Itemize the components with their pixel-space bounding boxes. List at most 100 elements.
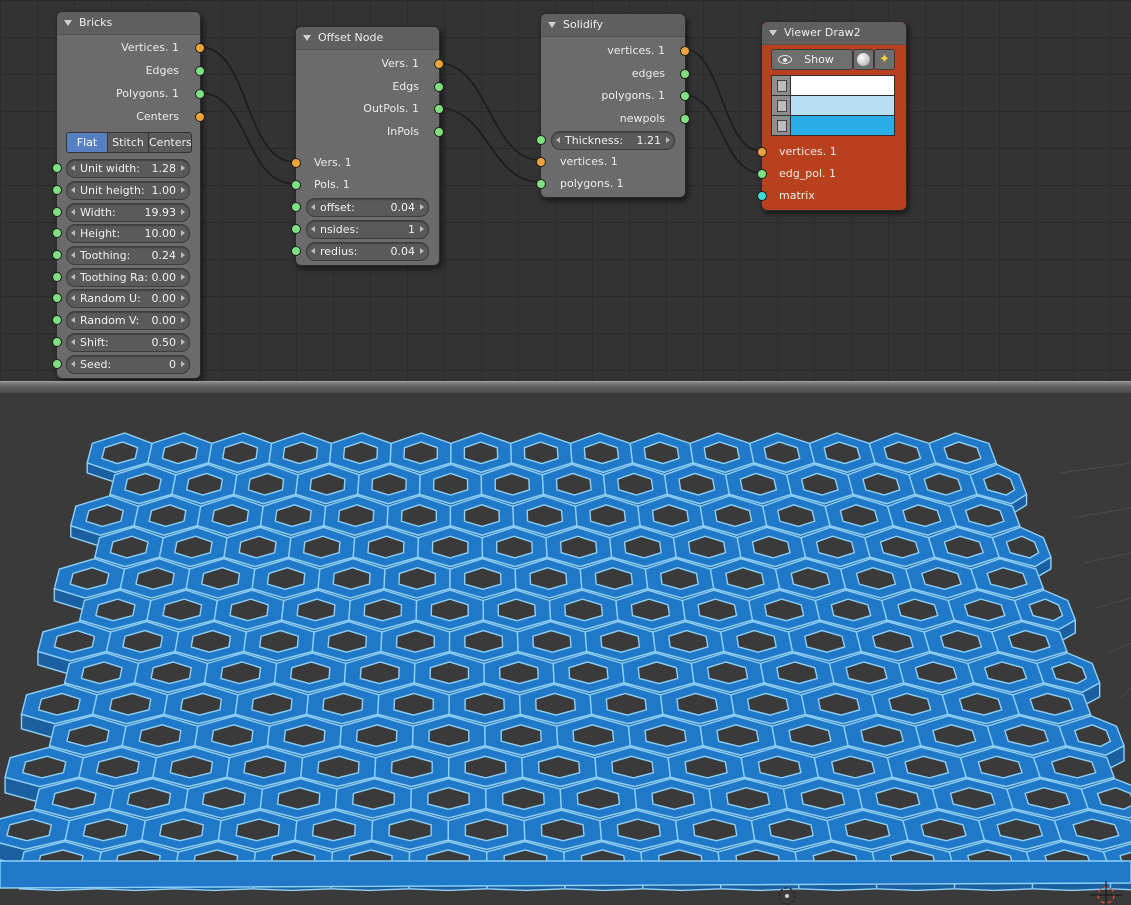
edge-color-row[interactable] [771, 95, 895, 116]
decrement-arrow-icon[interactable] [71, 295, 75, 301]
mode-tab-centers[interactable]: Centers [149, 133, 191, 152]
bake-button[interactable]: ✦ [874, 49, 895, 70]
input-socket-matrix[interactable] [757, 191, 767, 201]
input-socket-random-u[interactable] [52, 293, 62, 303]
input-socket-thickness[interactable] [536, 135, 546, 145]
increment-arrow-icon[interactable] [420, 226, 424, 232]
face-color-row[interactable] [771, 115, 895, 136]
input-socket-redius[interactable] [291, 246, 301, 256]
vertex-color-swatch[interactable] [791, 76, 894, 95]
decrement-arrow-icon[interactable] [71, 361, 75, 367]
input-socket-pols[interactable] [291, 180, 301, 190]
decrement-arrow-icon[interactable] [556, 137, 560, 143]
output-socket-vertices[interactable] [195, 43, 205, 53]
decrement-arrow-icon[interactable] [71, 317, 75, 323]
decrement-arrow-icon[interactable] [71, 274, 75, 280]
increment-arrow-icon[interactable] [181, 339, 185, 345]
face-color-swatch[interactable] [791, 116, 894, 135]
decrement-arrow-icon[interactable] [71, 339, 75, 345]
output-socket-edgs[interactable] [434, 82, 444, 92]
decrement-arrow-icon[interactable] [71, 187, 75, 193]
3d-viewport[interactable] [0, 393, 1131, 905]
offset-node[interactable]: Offset Node Vers. 1 Edgs OutPols. 1 InPo… [291, 26, 444, 266]
increment-arrow-icon[interactable] [666, 137, 670, 143]
field-width[interactable]: Width: 19.93 [66, 203, 190, 222]
input-socket-vers[interactable] [291, 158, 301, 168]
output-socket-edges[interactable] [195, 66, 205, 76]
input-socket-height[interactable] [52, 228, 62, 238]
node-editor[interactable]: Bricks Vertices. 1 Edges Polygons. 1 Cen… [0, 0, 1131, 381]
field-thickness[interactable]: Thickness: 1.21 [551, 131, 675, 150]
output-socket-vertices[interactable] [680, 46, 690, 56]
input-socket-unit-height[interactable] [52, 185, 62, 195]
increment-arrow-icon[interactable] [181, 317, 185, 323]
output-socket-polygons[interactable] [680, 91, 690, 101]
input-socket-edg-pol[interactable] [757, 169, 767, 179]
mode-tab-flat[interactable]: Flat [67, 133, 108, 152]
decrement-arrow-icon[interactable] [311, 204, 315, 210]
viewer-node-header[interactable]: Viewer Draw2 [762, 22, 906, 45]
field-toothing[interactable]: Toothing: 0.24 [66, 246, 190, 265]
increment-arrow-icon[interactable] [181, 187, 185, 193]
input-socket-vertices[interactable] [757, 147, 767, 157]
increment-arrow-icon[interactable] [181, 361, 185, 367]
show-toggle-button[interactable]: Show [771, 49, 853, 70]
field-seed[interactable]: Seed: 0 [66, 355, 190, 374]
output-socket-polygons[interactable] [195, 89, 205, 99]
output-socket-vers[interactable] [434, 59, 444, 69]
increment-arrow-icon[interactable] [181, 230, 185, 236]
input-socket-unit-width[interactable] [52, 163, 62, 173]
input-socket-seed[interactable] [52, 359, 62, 369]
bricks-node[interactable]: Bricks Vertices. 1 Edges Polygons. 1 Cen… [52, 11, 205, 379]
mode-tab-stitch[interactable]: Stitch [108, 133, 149, 152]
decrement-arrow-icon[interactable] [311, 248, 315, 254]
collapse-triangle-icon[interactable] [64, 20, 72, 26]
bricks-mode-selector[interactable]: Flat Stitch Centers [66, 132, 192, 153]
input-socket-offset[interactable] [291, 202, 301, 212]
output-socket-newpols[interactable] [680, 114, 690, 124]
field-random-u[interactable]: Random U: 0.00 [66, 289, 190, 308]
collapse-triangle-icon[interactable] [303, 35, 311, 41]
field-shift[interactable]: Shift: 0.50 [66, 333, 190, 352]
increment-arrow-icon[interactable] [181, 165, 185, 171]
increment-arrow-icon[interactable] [181, 295, 185, 301]
increment-arrow-icon[interactable] [181, 274, 185, 280]
field-offset[interactable]: offset: 0.04 [306, 198, 429, 217]
input-socket-toothing-random[interactable] [52, 272, 62, 282]
input-socket-polygons[interactable] [536, 179, 546, 189]
viewer-draw-node[interactable]: Viewer Draw2 Show ✦ vertices. 1 edg_pol.… [757, 21, 907, 211]
input-socket-vertices[interactable] [536, 157, 546, 167]
bricks-node-header[interactable]: Bricks [57, 12, 200, 35]
field-unit-width[interactable]: Unit width: 1.28 [66, 159, 190, 178]
increment-arrow-icon[interactable] [420, 248, 424, 254]
vertex-color-row[interactable] [771, 75, 895, 96]
decrement-arrow-icon[interactable] [71, 252, 75, 258]
collapse-triangle-icon[interactable] [769, 30, 777, 36]
input-socket-nsides[interactable] [291, 224, 301, 234]
field-random-v[interactable]: Random V: 0.00 [66, 311, 190, 330]
decrement-arrow-icon[interactable] [71, 209, 75, 215]
field-nsides[interactable]: nsides: 1 [306, 220, 429, 239]
field-redius[interactable]: redius: 0.04 [306, 242, 429, 261]
decrement-arrow-icon[interactable] [311, 226, 315, 232]
output-socket-centers[interactable] [195, 112, 205, 122]
solidify-node[interactable]: Solidify vertices. 1 edges polygons. 1 n… [536, 13, 690, 198]
increment-arrow-icon[interactable] [181, 252, 185, 258]
solidify-node-header[interactable]: Solidify [541, 14, 685, 37]
decrement-arrow-icon[interactable] [71, 230, 75, 236]
increment-arrow-icon[interactable] [420, 204, 424, 210]
shading-button[interactable] [853, 49, 874, 70]
input-socket-random-v[interactable] [52, 315, 62, 325]
field-unit-height[interactable]: Unit heigth: 1.00 [66, 181, 190, 200]
decrement-arrow-icon[interactable] [71, 165, 75, 171]
input-socket-width[interactable] [52, 207, 62, 217]
input-socket-toothing[interactable] [52, 250, 62, 260]
offset-node-header[interactable]: Offset Node [296, 27, 439, 50]
output-socket-outpols[interactable] [434, 104, 444, 114]
input-socket-shift[interactable] [52, 337, 62, 347]
increment-arrow-icon[interactable] [181, 209, 185, 215]
output-socket-inpols[interactable] [434, 127, 444, 137]
collapse-triangle-icon[interactable] [548, 22, 556, 28]
output-socket-edges[interactable] [680, 69, 690, 79]
field-toothing-random[interactable]: Toothing Ra: 0.00 [66, 268, 190, 287]
